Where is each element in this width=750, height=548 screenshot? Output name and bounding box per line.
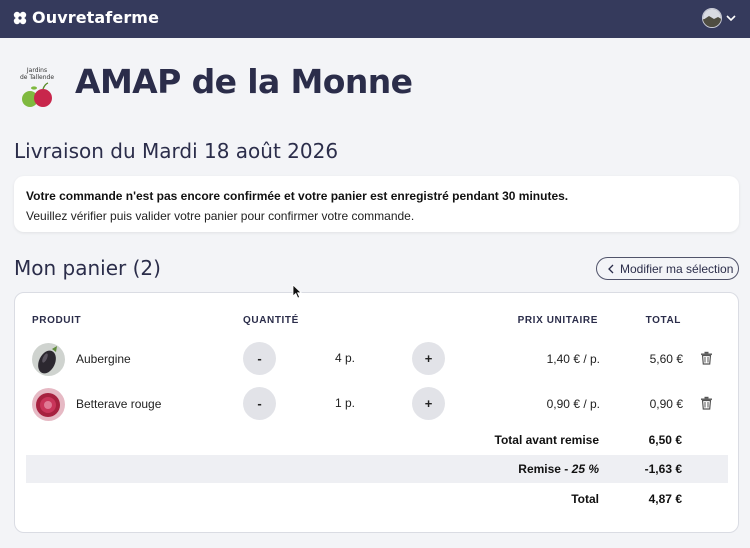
brand-link[interactable]: Ouvretaferme: [13, 8, 159, 27]
product-name: Betterave rouge: [76, 397, 162, 411]
cart-heading: Mon panier (2): [14, 256, 161, 280]
table-row: Aubergine - 4 p. + 1,40 € / p. 5,60 €: [15, 339, 740, 379]
brand-name: Ouvretaferme: [32, 8, 160, 27]
increase-quantity-button[interactable]: +: [412, 387, 445, 420]
increase-quantity-button[interactable]: +: [412, 342, 445, 375]
unit-price: 0,90 € / p.: [546, 397, 600, 411]
notice-warning: Votre commande n'est pas encore confirmé…: [26, 189, 569, 203]
avatar-image: [703, 9, 721, 27]
column-header-total: TOTAL: [645, 315, 681, 326]
subtotal-label: Total avant remise: [494, 433, 599, 447]
svg-text:Jardins: Jardins: [26, 67, 47, 74]
farm-logo: Jardins de Tallende: [20, 67, 54, 107]
user-menu[interactable]: [702, 8, 736, 28]
trash-icon[interactable]: [700, 351, 713, 365]
trash-icon[interactable]: [700, 396, 713, 410]
mouse-cursor-icon: [292, 284, 302, 299]
discount-label-text: Remise -: [518, 462, 572, 476]
avatar[interactable]: [702, 8, 722, 28]
quantity-value: 4 p.: [334, 351, 355, 365]
quantity-value: 1 p.: [334, 396, 355, 410]
cart-notice: Votre commande n'est pas encore confirmé…: [14, 176, 739, 232]
subtotal-row: Total avant remise 6,50 €: [26, 426, 728, 454]
total-label: Total: [571, 492, 599, 506]
discount-percent: 25 %: [571, 462, 599, 476]
delivery-title: Livraison du Mardi 18 août 2026: [14, 139, 339, 163]
total-value: 4,87 €: [648, 492, 682, 506]
total-row: Total 4,87 €: [26, 485, 728, 513]
subtotal-value: 6,50 €: [648, 433, 682, 447]
cart-table: PRODUIT QUANTITÉ PRIX UNITAIRE TOTAL Aub…: [14, 292, 739, 533]
svg-text:de Tallende: de Tallende: [20, 74, 54, 81]
decrease-quantity-button[interactable]: -: [243, 342, 276, 375]
top-navbar: Ouvretaferme: [0, 0, 750, 38]
line-total: 5,60 €: [649, 352, 683, 366]
notice-instruction: Veuillez vérifier puis valider votre pan…: [26, 209, 415, 223]
decrease-quantity-button[interactable]: -: [243, 387, 276, 420]
clover-icon: [13, 11, 27, 24]
column-header-quantity: QUANTITÉ: [243, 315, 299, 326]
discount-label: Remise - 25 %: [518, 462, 599, 476]
discount-value: -1,63 €: [644, 462, 682, 476]
unit-price: 1,40 € / p.: [546, 352, 600, 366]
product-image: [32, 343, 65, 376]
column-header-product: PRODUIT: [32, 315, 82, 326]
chevron-left-icon: [608, 264, 614, 273]
product-name: Aubergine: [76, 352, 131, 366]
table-row: Betterave rouge - 1 p. + 0,90 € / p. 0,9…: [15, 384, 740, 424]
product-image: [32, 388, 65, 421]
page-title: AMAP de la Monne: [75, 62, 413, 101]
discount-row: Remise - 25 % -1,63 €: [26, 455, 728, 483]
modify-selection-button[interactable]: Modifier ma sélection: [596, 257, 739, 280]
modify-selection-label: Modifier ma sélection: [620, 261, 734, 276]
column-header-unit-price: PRIX UNITAIRE: [517, 315, 598, 326]
chevron-down-icon: [726, 15, 736, 22]
line-total: 0,90 €: [649, 397, 683, 411]
